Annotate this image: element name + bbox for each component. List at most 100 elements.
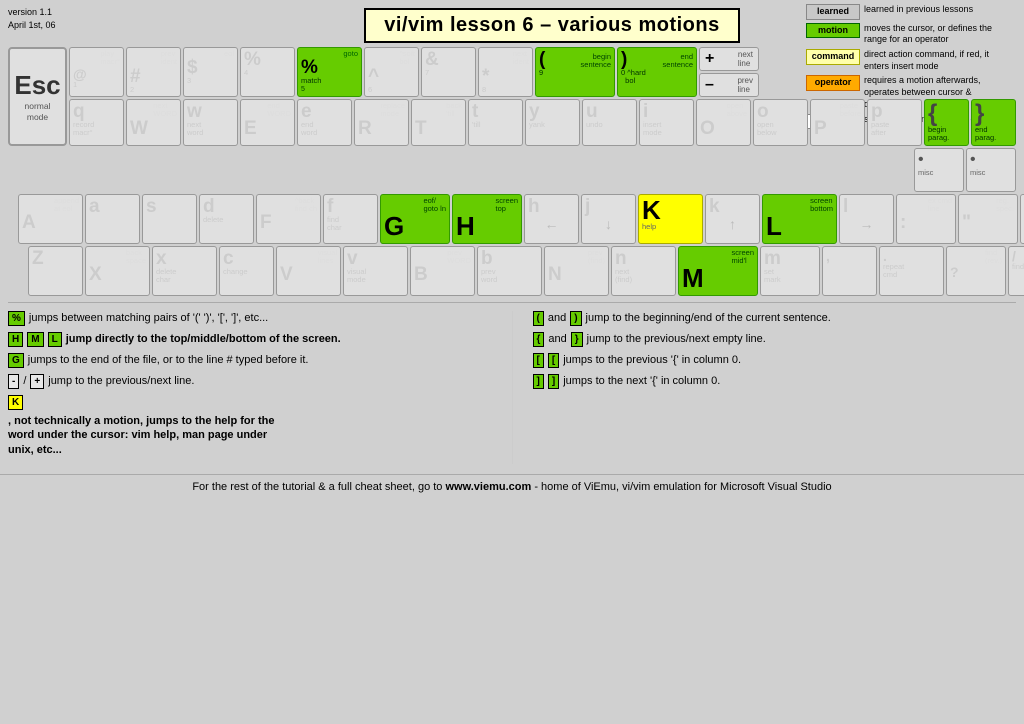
key-W[interactable]: nextWORD W [126, 99, 181, 146]
legend-text-learned: learned in previous lessons [864, 4, 973, 16]
key-dot[interactable]: . repeatcmd [879, 246, 944, 296]
key-v-lbl: visualmode [347, 268, 366, 285]
key-dot-misc2[interactable]: • misc [966, 148, 1016, 192]
key-plus[interactable]: + nextline [699, 47, 759, 71]
key-q-main: q [73, 102, 85, 121]
key-c[interactable]: c change [219, 246, 274, 296]
key-w[interactable]: w nextword [183, 99, 238, 146]
key-V-top: visuallines [318, 249, 337, 266]
key-M-main: M [682, 265, 704, 291]
key-i[interactable]: i insertmode [639, 99, 694, 146]
key-k[interactable]: k ↑ [705, 194, 760, 244]
key-n-next[interactable]: n next(find) [611, 246, 676, 296]
key-p[interactable]: p pasteafter [867, 99, 922, 146]
key-s[interactable]: s [142, 194, 197, 244]
key-q[interactable]: q recordmacr° [69, 99, 124, 146]
key-6-top: ^softbol [399, 50, 415, 67]
esc-key[interactable]: Esc normalmode [8, 47, 67, 146]
key-0-end-sentence[interactable]: ) endsentence 0 ^hard bol [617, 47, 697, 97]
key-f[interactable]: f findchar [323, 194, 378, 244]
key-E[interactable]: endWORD E [240, 99, 295, 146]
key-L-screen[interactable]: screenbottom L [762, 194, 837, 244]
key-excmd[interactable]: ex cmdline : [896, 194, 956, 244]
key-y[interactable]: y yank [525, 99, 580, 146]
dot-lbl1: misc [918, 169, 933, 177]
desc-parens-text: jump to the beginning/end of the current… [586, 311, 831, 326]
key-h[interactable]: h ← [524, 194, 579, 244]
date-text: April 1st, 06 [8, 19, 88, 32]
desc-and: and [548, 311, 566, 326]
key-O[interactable]: openabove O [696, 99, 751, 146]
key-7-main: & [425, 50, 439, 69]
key-j[interactable]: j ↓ [581, 194, 636, 244]
key-m-mark[interactable]: m setmark [760, 246, 820, 296]
spacer11 [692, 148, 746, 192]
key-x-del[interactable]: x deletechar [152, 246, 217, 296]
desc-l-badge: L [48, 332, 62, 347]
key-V-main: V [280, 265, 293, 284]
key-6[interactable]: ^softbol ^ 6 [364, 47, 419, 97]
key-7[interactable]: & 7 [421, 47, 476, 97]
key-brace-open[interactable]: { beginparag. [924, 99, 969, 146]
key-0-paren: ) [621, 50, 627, 69]
key-5-percent[interactable]: goto % match 5 [297, 47, 362, 97]
key-e[interactable]: e endword [297, 99, 352, 146]
key-X-backspace[interactable]: backspace X [85, 246, 150, 296]
key-m-main: m [764, 249, 781, 268]
key-E-top: endWORD [267, 102, 291, 119]
key-u[interactable]: u undo [582, 99, 637, 146]
key-R[interactable]: replacemode R [354, 99, 409, 146]
key-quote[interactable]: reg.spec. " [958, 194, 1018, 244]
key-return[interactable]: ^goto'mk.bo× ↵ [1020, 194, 1024, 244]
key-4[interactable]: % 4 [240, 47, 295, 97]
desc-bracket-next: ] ] jumps to the next '{' in column 0. [533, 374, 1017, 389]
key-h-arrow: ← [528, 216, 575, 232]
key-h-main: h [528, 197, 540, 216]
key-brace-close[interactable]: } endparag. [971, 99, 1016, 146]
key-u-lbl: undo [586, 121, 603, 129]
key-G-goto[interactable]: eof/goto ln G [380, 194, 450, 244]
key-a-main: a [89, 197, 100, 216]
key-2[interactable]: prevident # 2 [126, 47, 181, 97]
key-M-screen[interactable]: screenmid'l M [678, 246, 758, 296]
key-v-visual[interactable]: v visualmode [343, 246, 408, 296]
key-H-screen[interactable]: screentop H [452, 194, 522, 244]
key-8[interactable]: nextident * 8 [478, 47, 533, 97]
minus-lbl: prevline [737, 76, 753, 94]
key-N-prev[interactable]: prev(find) N [544, 246, 609, 296]
desc-oparen-badge: ( [533, 311, 544, 326]
key-T[interactable]: back'till T [411, 99, 466, 146]
key-H-top: screentop [495, 197, 518, 214]
key-b-prev[interactable]: b prevword [477, 246, 542, 296]
key-minus[interactable]: – prevline [699, 73, 759, 97]
key-G-top: eof/goto ln [423, 197, 446, 214]
key-fwd-slash[interactable]: / find [1008, 246, 1024, 296]
key-l[interactable]: l → [839, 194, 894, 244]
key-3[interactable]: eol $ 3 [183, 47, 238, 97]
key-q-lbl: recordmacr° [73, 121, 94, 138]
key-o[interactable]: o openbelow [753, 99, 808, 146]
key-A[interactable]: appendat eol A [18, 194, 83, 244]
key-slash-find[interactable]: find(rev.) ? [946, 246, 1006, 296]
key-1[interactable]: playmacr° @ 1 [69, 47, 124, 97]
key-W-main: W [130, 119, 148, 138]
esc-label-main: Esc [14, 70, 60, 101]
key-K-help[interactable]: K help [638, 194, 703, 244]
key-s-main: s [146, 197, 157, 216]
key-comma[interactable]: , [822, 246, 877, 296]
key-a[interactable]: a [85, 194, 140, 244]
key-8-lbl: 8 [482, 86, 486, 94]
key-Z[interactable]: Z [28, 246, 83, 296]
key-Z-main: Z [32, 249, 44, 268]
key-9-begin-sentence[interactable]: ( beginsentence 9 [535, 47, 615, 97]
key-d[interactable]: d delete [199, 194, 254, 244]
key-dot-misc1[interactable]: • misc [914, 148, 964, 192]
key-t[interactable]: t 'till [468, 99, 523, 146]
desc-bracket-prev: [ [ jumps to the previous '{' in column … [533, 353, 1017, 368]
key-B-prev[interactable]: prevWORD B [410, 246, 475, 296]
key-P[interactable]: pastebefore P [810, 99, 865, 146]
desc-h-badge: H [8, 332, 23, 347]
key-F[interactable]: ^backfind ch F [256, 194, 321, 244]
key-8-main: * [482, 67, 489, 86]
key-V-visual[interactable]: visuallines V [276, 246, 341, 296]
